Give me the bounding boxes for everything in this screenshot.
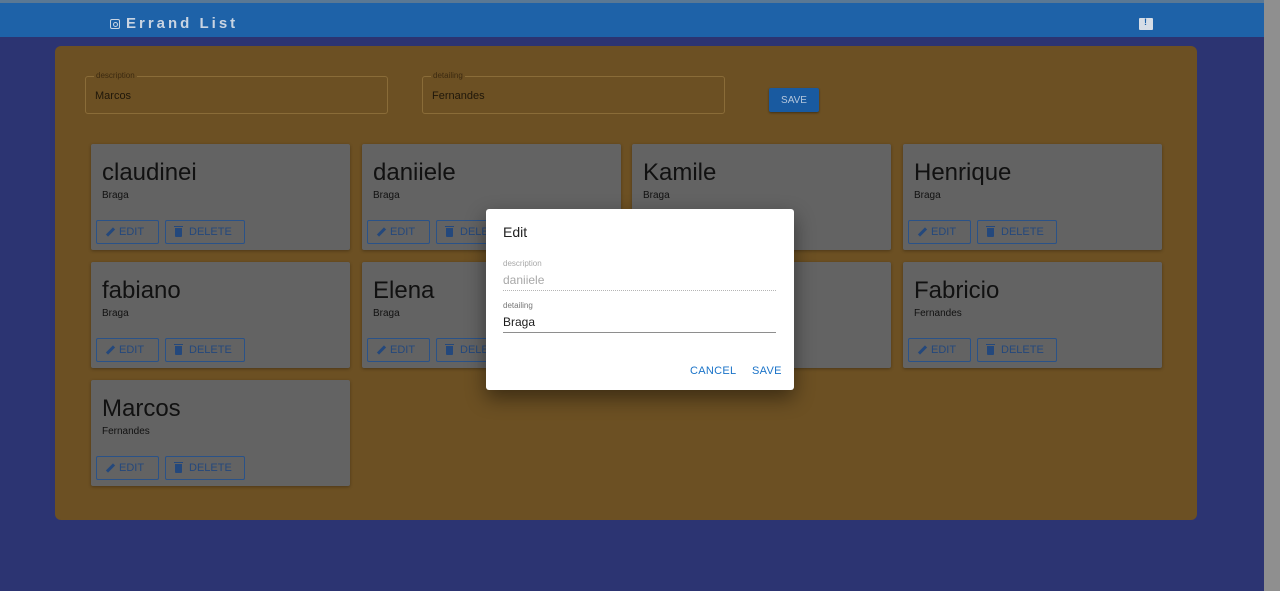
edit-dialog: Edit description daniiele detailing Brag… <box>486 209 794 390</box>
page-scrollbar[interactable] <box>1264 0 1280 591</box>
card-subtitle: Fernandes <box>914 308 962 319</box>
detailing-field-value[interactable]: Fernandes <box>432 90 485 102</box>
errand-card: Fabricio Fernandes EDIT DELETE <box>903 262 1162 368</box>
detailing-field[interactable]: detailing Fernandes <box>422 71 725 114</box>
edit-button[interactable]: EDIT <box>367 338 430 362</box>
card-subtitle: Fernandes <box>102 426 150 437</box>
card-subtitle: Braga <box>102 190 129 201</box>
delete-label: DELETE <box>189 226 232 238</box>
edit-button[interactable]: EDIT <box>96 338 159 362</box>
edit-label: EDIT <box>390 344 416 356</box>
dialog-detailing-label: detailing <box>503 301 533 310</box>
edit-button[interactable]: EDIT <box>96 220 159 244</box>
edit-label: EDIT <box>931 344 957 356</box>
card-title: fabiano <box>102 277 181 304</box>
description-field[interactable]: description Marcos <box>85 71 388 114</box>
delete-button[interactable]: DELETE <box>977 338 1057 362</box>
description-field-label: description <box>94 71 137 80</box>
card-title: claudinei <box>102 159 197 186</box>
card-title: Kamile <box>643 159 717 186</box>
dialog-description-field: description daniiele <box>503 259 776 291</box>
edit-label: EDIT <box>119 344 145 356</box>
pencil-icon <box>105 227 116 237</box>
save-button[interactable]: SAVE <box>769 88 819 112</box>
delete-label: DELETE <box>189 344 232 356</box>
description-field-value[interactable]: Marcos <box>95 90 131 102</box>
card-subtitle: Braga <box>373 190 400 201</box>
dialog-detailing-field[interactable]: detailing Braga <box>503 301 776 333</box>
edit-button[interactable]: EDIT <box>908 220 971 244</box>
delete-label: DELETE <box>189 462 232 474</box>
delete-button[interactable]: DELETE <box>165 338 245 362</box>
delete-button[interactable]: DELETE <box>165 456 245 480</box>
dialog-save-button[interactable]: SAVE <box>752 365 782 377</box>
pencil-icon <box>105 345 116 355</box>
trash-icon <box>445 343 454 355</box>
delete-label: DELETE <box>1001 226 1044 238</box>
dialog-detailing-input[interactable]: Braga <box>503 315 776 333</box>
pencil-icon <box>376 345 387 355</box>
pencil-icon <box>917 227 928 237</box>
delete-button[interactable]: DELETE <box>165 220 245 244</box>
app-bar: Errand List <box>0 0 1264 37</box>
delete-button[interactable]: DELETE <box>977 220 1057 244</box>
pencil-icon <box>105 463 116 473</box>
dialog-description-value: daniiele <box>503 273 776 291</box>
errand-card: Henrique Braga EDIT DELETE <box>903 144 1162 250</box>
detailing-field-label: detailing <box>431 71 465 80</box>
app-title: Errand List <box>110 15 238 32</box>
dialog-title: Edit <box>503 224 528 240</box>
edit-button[interactable]: EDIT <box>96 456 159 480</box>
pencil-icon <box>917 345 928 355</box>
pencil-icon <box>376 227 387 237</box>
dialog-cancel-button[interactable]: CANCEL <box>690 365 736 377</box>
edit-label: EDIT <box>119 462 145 474</box>
dialog-description-label: description <box>503 259 542 268</box>
camera-icon <box>110 18 120 29</box>
trash-icon <box>986 343 995 355</box>
app-title-text: Errand List <box>126 15 239 32</box>
delete-label: DELETE <box>1001 344 1044 356</box>
trash-icon <box>174 225 183 237</box>
trash-icon <box>174 343 183 355</box>
edit-label: EDIT <box>119 226 145 238</box>
card-subtitle: Braga <box>102 308 129 319</box>
edit-label: EDIT <box>931 226 957 238</box>
card-title: Fabricio <box>914 277 1000 304</box>
edit-button[interactable]: EDIT <box>367 220 430 244</box>
trash-icon <box>986 225 995 237</box>
card-title: Marcos <box>102 395 181 422</box>
trash-icon <box>445 225 454 237</box>
card-title: Henrique <box>914 159 1012 186</box>
card-title: Elena <box>373 277 435 304</box>
errand-card: claudinei Braga EDIT DELETE <box>91 144 350 250</box>
card-subtitle: Braga <box>643 190 670 201</box>
errand-card: fabiano Braga EDIT DELETE <box>91 262 350 368</box>
card-subtitle: Braga <box>373 308 400 319</box>
edit-button[interactable]: EDIT <box>908 338 971 362</box>
errand-card: Marcos Fernandes EDIT DELETE <box>91 380 350 486</box>
card-subtitle: Braga <box>914 190 941 201</box>
edit-label: EDIT <box>390 226 416 238</box>
trash-icon <box>174 461 183 473</box>
card-title: daniiele <box>373 159 456 186</box>
feedback-icon[interactable] <box>1139 17 1153 30</box>
